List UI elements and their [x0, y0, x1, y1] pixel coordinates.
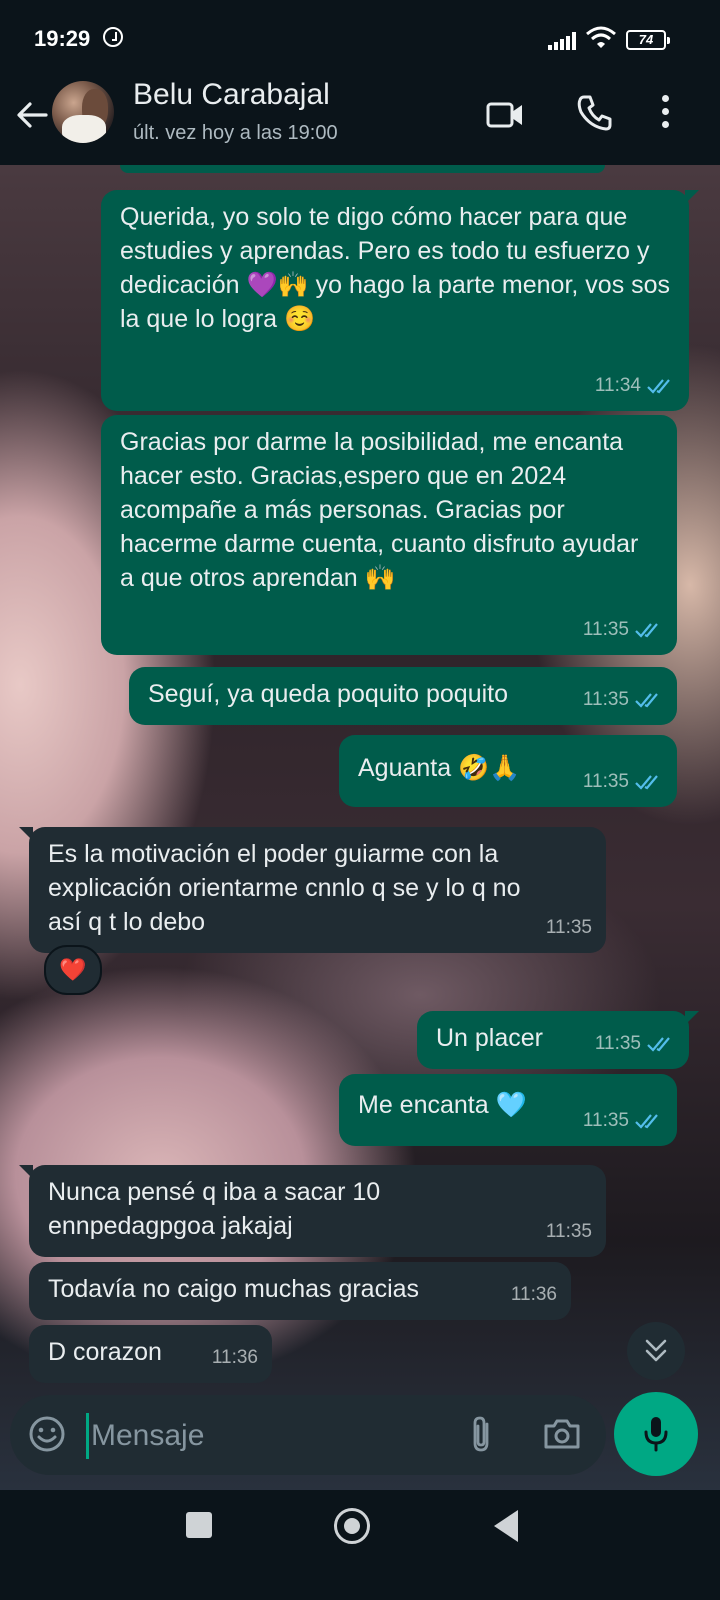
message-text: Nunca pensé q iba a sacar 10 ennpedagpgo…	[48, 1178, 381, 1240]
message-meta: 11:36	[511, 1278, 557, 1312]
message-bubble-incoming[interactable]: Nunca pensé q iba a sacar 10 ennpedagpgo…	[19, 1165, 606, 1257]
status-bar: 19:29 74	[0, 0, 720, 70]
phone-call-icon[interactable]	[576, 94, 612, 132]
message-bubble-outgoing[interactable]: Un placer 11:35	[417, 1011, 699, 1069]
message-meta: 11:35	[546, 1215, 592, 1249]
system-back-icon[interactable]	[494, 1510, 518, 1542]
message-time: 11:35	[582, 619, 629, 640]
message-meta: 11:35	[583, 683, 663, 717]
message-time: 11:35	[582, 771, 629, 792]
reaction-emoji: ❤️	[59, 957, 87, 982]
scroll-to-bottom-button[interactable]	[627, 1322, 685, 1380]
message-bubble-incoming[interactable]: Todavía no caigo muchas gracias 11:36	[29, 1262, 571, 1320]
message-text: Querida, yo solo te digo cómo hacer para…	[120, 203, 671, 333]
signal-icon	[548, 30, 578, 50]
message-time: 11:35	[545, 917, 592, 938]
battery-level: 74	[638, 32, 654, 47]
recents-icon[interactable]	[186, 1512, 212, 1538]
video-call-icon[interactable]	[485, 98, 525, 132]
message-meta: 11:36	[212, 1341, 258, 1375]
read-ticks-icon	[635, 775, 658, 790]
message-time: 11:35	[545, 1221, 592, 1242]
read-ticks-icon	[635, 623, 658, 638]
chat-header: Belu Carabajal últ. vez hoy a las 19:00	[0, 70, 720, 165]
message-text: Gracias por darme la posibilidad, me enc…	[120, 428, 639, 592]
message-meta: 11:34	[595, 369, 675, 403]
double-chevron-down-icon	[645, 1339, 667, 1362]
heart-reaction[interactable]: ❤️	[44, 945, 102, 995]
camera-icon[interactable]	[542, 1417, 582, 1451]
system-navigation-bar	[0, 1490, 720, 1600]
avatar[interactable]	[52, 81, 114, 143]
partial-message-bubble	[120, 165, 605, 173]
emoji-icon[interactable]	[28, 1415, 66, 1453]
message-composer	[10, 1395, 606, 1475]
message-meta: 11:35	[583, 1104, 663, 1138]
more-options-icon[interactable]	[660, 95, 670, 135]
message-bubble-incoming[interactable]: D corazon 11:36	[29, 1325, 272, 1383]
message-meta: 11:35	[583, 613, 663, 647]
message-meta: 11:35	[583, 765, 663, 799]
message-time: 11:36	[510, 1284, 557, 1305]
message-text: Es la motivación el poder guiarme con la…	[48, 840, 521, 936]
paperclip-icon[interactable]	[468, 1414, 494, 1454]
wifi-icon	[586, 26, 616, 48]
message-bubble-outgoing[interactable]: Gracias por darme la posibilidad, me enc…	[101, 415, 677, 655]
last-seen-status[interactable]: últ. vez hoy a las 19:00	[133, 122, 338, 145]
message-time: 11:36	[211, 1347, 258, 1368]
message-time: 11:35	[582, 1110, 629, 1131]
message-bubble-outgoing[interactable]: Me encanta 🩵 11:35	[339, 1074, 677, 1146]
back-arrow-icon[interactable]	[12, 95, 52, 135]
alarm-icon	[103, 27, 123, 47]
read-ticks-icon	[647, 1037, 670, 1052]
message-text: Todavía no caigo muchas gracias	[48, 1275, 420, 1303]
read-ticks-icon	[635, 693, 658, 708]
battery-icon: 74	[626, 30, 670, 50]
message-meta: 11:35	[546, 911, 592, 945]
message-bubble-outgoing[interactable]: Seguí, ya queda poquito poquito 11:35	[129, 667, 677, 725]
message-bubble-outgoing[interactable]: Aguanta 🤣🙏 11:35	[339, 735, 677, 807]
contact-name[interactable]: Belu Carabajal	[133, 78, 330, 112]
message-bubble-outgoing[interactable]: Querida, yo solo te digo cómo hacer para…	[101, 190, 699, 411]
status-time: 19:29	[34, 26, 91, 51]
message-input[interactable]	[86, 1413, 443, 1459]
message-bubble-incoming[interactable]: Es la motivación el poder guiarme con la…	[19, 827, 606, 953]
read-ticks-icon	[635, 1114, 658, 1129]
message-meta: 11:35	[595, 1027, 675, 1061]
read-ticks-icon	[647, 379, 670, 394]
message-time: 11:34	[594, 375, 641, 396]
home-icon[interactable]	[334, 1508, 370, 1544]
message-time: 11:35	[594, 1033, 641, 1054]
message-time: 11:35	[582, 689, 629, 710]
microphone-icon	[644, 1417, 668, 1452]
message-list[interactable]: Querida, yo solo te digo cómo hacer para…	[0, 165, 720, 1405]
voice-message-button[interactable]	[614, 1392, 698, 1476]
